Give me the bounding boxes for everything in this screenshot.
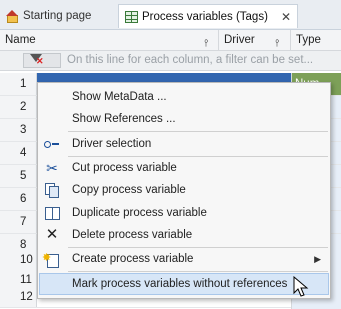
submenu-arrow-icon: ▶ — [314, 254, 321, 264]
menu-item-label: Copy process variable — [72, 184, 186, 196]
column-name-label: Name — [5, 34, 36, 46]
menu-item-duplicate[interactable]: Duplicate process variable — [39, 202, 329, 224]
menu-item-delete[interactable]: ✕ Delete process variable — [39, 224, 329, 246]
row-number: 2 — [0, 96, 37, 118]
scissors-icon: ✂ — [46, 160, 58, 176]
link-icon — [44, 136, 60, 152]
row-number: 4 — [0, 142, 37, 164]
home-icon — [6, 9, 19, 23]
row-number: 7 — [0, 211, 37, 233]
row-number: 6 — [0, 188, 37, 210]
tab-starting-page[interactable]: Starting page — [0, 4, 117, 28]
menu-item-show-metadata[interactable]: Show MetaData ... — [39, 86, 329, 108]
menu-item-create[interactable]: Create process variable ▶ — [39, 247, 329, 270]
close-icon[interactable]: ✕ — [281, 10, 291, 24]
copy-icon — [44, 182, 60, 198]
menu-item-label: Create process variable — [72, 253, 194, 265]
menu-item-label: Show MetaData ... — [72, 91, 167, 103]
column-header-driver[interactable]: Driver ⫯ — [219, 30, 291, 50]
menu-separator — [68, 271, 328, 272]
clear-filter-icon — [30, 54, 44, 67]
column-type-label: Type — [296, 34, 321, 46]
row-number: 1 — [0, 73, 37, 95]
tab-label: Process variables (Tags) — [142, 10, 268, 23]
column-header-name[interactable]: Name ⫯ — [0, 30, 219, 50]
row-number: 5 — [0, 165, 37, 187]
delete-icon: ✕ — [45, 226, 59, 243]
mouse-pointer-icon — [293, 276, 309, 297]
tab-strip: Starting page Process variables (Tags) ✕ — [0, 0, 341, 30]
duplicate-icon — [44, 205, 60, 221]
menu-item-show-references[interactable]: Show References ... — [39, 108, 329, 130]
grid-header: Name ⫯ Driver ⫯ Type — [0, 30, 341, 51]
menu-item-label: Delete process variable — [72, 229, 193, 241]
menu-item-label: Cut process variable — [72, 162, 177, 174]
menu-item-label: Show References ... — [72, 113, 176, 125]
filter-input[interactable]: On this line for each column, a filter c… — [67, 51, 313, 70]
menu-item-driver-selection[interactable]: Driver selection — [39, 133, 329, 155]
tab-label: Starting page — [23, 10, 92, 22]
table-icon — [125, 10, 138, 23]
menu-item-mark-without-references[interactable]: Mark process variables without reference… — [39, 273, 329, 295]
menu-separator — [68, 131, 328, 132]
menu-item-copy[interactable]: Copy process variable — [39, 179, 329, 201]
new-icon — [42, 247, 60, 269]
filter-row: On this line for each column, a filter c… — [0, 51, 341, 71]
menu-item-label: Duplicate process variable — [72, 207, 207, 219]
menu-item-label: Mark process variables without reference… — [72, 278, 288, 290]
context-menu: Show MetaData ... Show References ... Dr… — [37, 82, 331, 299]
row-number: 12 — [0, 287, 37, 307]
menu-item-label: Driver selection — [72, 138, 152, 150]
menu-item-cut[interactable]: ✂ Cut process variable — [39, 157, 329, 179]
column-driver-label: Driver — [224, 34, 255, 46]
row-number: 3 — [0, 119, 37, 141]
column-header-type[interactable]: Type — [291, 30, 341, 50]
row-number: 10 — [0, 250, 37, 271]
tab-process-variables[interactable]: Process variables (Tags) ✕ — [118, 4, 298, 28]
